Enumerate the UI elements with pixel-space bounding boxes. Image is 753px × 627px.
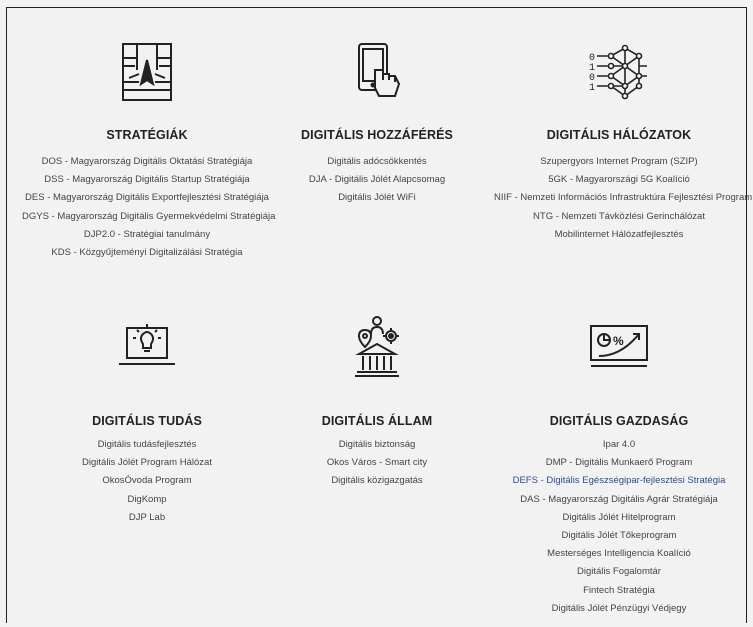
section-title: DIGITÁLIS ÁLLAM [321, 414, 433, 428]
list-item[interactable]: Digitális Fogalomtár [494, 563, 744, 581]
section-title: STRATÉGIÁK [106, 128, 188, 142]
list-item[interactable]: Ipar 4.0 [494, 436, 744, 454]
list-item[interactable]: Okos Város - Smart city [252, 454, 502, 472]
section-title: DIGITÁLIS HOZZÁFÉRÉS [301, 128, 453, 142]
list-item[interactable]: DAS - Magyarország Digitális Agrár Strat… [494, 491, 744, 509]
section-title: DIGITÁLIS HÁLÓZATOK [546, 128, 692, 142]
section-digitalis-allam: DIGITÁLIS ÁLLAM Digitális biztonság Okos… [252, 300, 502, 540]
list-item[interactable]: Digitális Jólét Program Hálózat [22, 454, 272, 472]
list-item[interactable]: DigKomp [22, 491, 272, 509]
list-item[interactable]: Mobilinternet Hálózatfejlesztés [494, 226, 744, 244]
list-item[interactable]: Digitális közigazgatás [252, 472, 502, 490]
strategy-map-icon [115, 40, 179, 104]
list-item[interactable]: OkosÓvoda Program [22, 472, 272, 490]
link-list: Digitális biztonság Okos Város - Smart c… [252, 436, 502, 491]
growth-chart-icon: % [587, 314, 651, 378]
government-building-icon [345, 314, 409, 378]
section-digitalis-gazdasag: % DIGITÁLIS GAZDASÁG Ipar 4.0 DMP - Digi… [494, 300, 744, 620]
list-item[interactable]: DMP - Digitális Munkaerő Program [494, 454, 744, 472]
list-item[interactable]: Mesterséges Intelligencia Koalíció [494, 545, 744, 563]
list-item[interactable]: NIIF - Nemzeti Információs Infrastruktúr… [494, 189, 752, 207]
list-item[interactable]: Digitális Jólét Hitelprogram [494, 509, 744, 527]
section-digitalis-hozzaferes: DIGITÁLIS HOZZÁFÉRÉS Digitális adócsökke… [252, 0, 502, 280]
list-item[interactable]: Digitális adócsökkentés [252, 153, 502, 171]
list-item[interactable]: Digitális tudásfejlesztés [22, 436, 272, 454]
list-item[interactable]: DJA - Digitális Jólét Alapcsomag [252, 171, 502, 189]
list-item[interactable]: DJP Lab [22, 509, 272, 527]
list-item[interactable]: Digitális biztonság [252, 436, 502, 454]
binary-digit: 1 [589, 83, 595, 94]
list-item[interactable]: Digitális Jólét Pénzügyi Védjegy [494, 600, 744, 618]
binary-network-icon: 0 1 0 1 [587, 40, 651, 104]
list-item[interactable]: DJP2.0 - Stratégiai tanulmány [22, 226, 272, 244]
list-item[interactable]: DEFS - Digitális Egészségipar-fejlesztés… [494, 472, 744, 490]
list-item[interactable]: Fintech Stratégia [494, 582, 744, 600]
section-title: DIGITÁLIS TUDÁS [92, 414, 202, 428]
laptop-lightbulb-icon [115, 314, 179, 378]
link-list: DOS - Magyarország Digitális Oktatási St… [22, 153, 275, 262]
list-item[interactable]: DGYS - Magyarország Digitális Gyermekvéd… [22, 208, 275, 226]
link-list: Digitális adócsökkentés DJA - Digitális … [252, 153, 502, 208]
list-item[interactable]: Szupergyors Internet Program (SZIP) [494, 153, 744, 171]
list-item[interactable]: 5GK - Magyarországi 5G Koalíció [494, 171, 744, 189]
link-list: Szupergyors Internet Program (SZIP) 5GK … [494, 153, 752, 244]
list-item[interactable]: DOS - Magyarország Digitális Oktatási St… [22, 153, 272, 171]
section-digitalis-halozatok: 0 1 0 1 DIGITÁLIS HÁLÓZATOK Szupergyors … [494, 0, 752, 280]
list-item[interactable]: DES - Magyarország Digitális Exportfejle… [22, 189, 272, 207]
link-list: Ipar 4.0 DMP - Digitális Munkaerő Progra… [494, 436, 744, 618]
section-strategiak: STRATÉGIÁK DOS - Magyarország Digitális … [22, 0, 275, 280]
list-item[interactable]: KDS - Közgyűjteményi Digitalizálási Stra… [22, 244, 272, 262]
list-item[interactable]: DSS - Magyarország Digitális Startup Str… [22, 171, 272, 189]
tablet-hand-icon [345, 40, 409, 104]
section-digitalis-tudas: DIGITÁLIS TUDÁS Digitális tudásfejleszté… [22, 300, 272, 540]
section-title: DIGITÁLIS GAZDASÁG [549, 414, 689, 428]
list-item[interactable]: Digitális Jólét Tőkeprogram [494, 527, 744, 545]
percent-glyph: % [613, 334, 624, 348]
list-item[interactable]: NTG - Nemzeti Távközlési Gerinchálózat [494, 208, 744, 226]
link-list: Digitális tudásfejlesztés Digitális Jólé… [22, 436, 272, 527]
list-item[interactable]: Digitális Jólét WiFi [252, 189, 502, 207]
